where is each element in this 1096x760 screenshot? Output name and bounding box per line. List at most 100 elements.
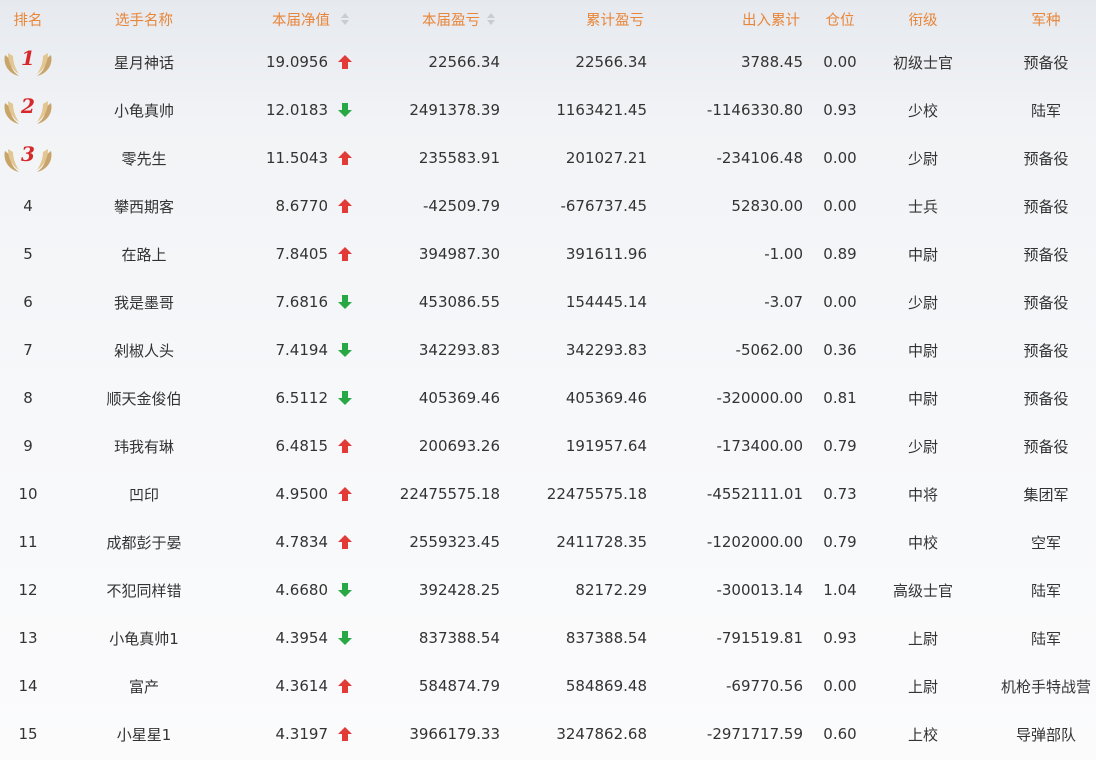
table-row[interactable]: 6 我是墨哥 7.6816 453086.55 154445.14 -3.07 0.00 少尉…: [0, 278, 1096, 326]
player-name[interactable]: 小龟真帅: [70, 86, 218, 134]
table-row[interactable]: 8 顺天金俊伯 6.5112 405369.46 405369.46 -320000.00…: [0, 374, 1096, 422]
net-value: 4.3197: [275, 725, 329, 743]
current-pnl: 584874.79: [418, 677, 500, 695]
rank-cell: 6: [23, 293, 33, 311]
rank-cell: 14: [18, 677, 38, 695]
trend-cell: [334, 614, 356, 662]
table-row[interactable]: 9 玮我有琳 6.4815 200693.26 191957.64 -173400.00 0…: [0, 422, 1096, 470]
position: 1.04: [823, 581, 857, 599]
table-row[interactable]: 10 凹印 4.9500 22475575.18 22475575.18 -4552111…: [0, 470, 1096, 518]
position: 0.00: [823, 293, 857, 311]
player-name[interactable]: 攀西期客: [70, 182, 218, 230]
cash-flow: -5062.00: [735, 341, 803, 359]
current-pnl: 2491378.39: [409, 101, 500, 119]
position: 0.79: [823, 437, 857, 455]
player-name[interactable]: 顺天金俊伯: [70, 374, 218, 422]
cash-flow: 3788.45: [740, 53, 803, 71]
table-row[interactable]: 1 星月神话 19.0956 22566.34 22566.34 3788.45 0.00 初…: [0, 38, 1096, 86]
header-army[interactable]: 军种: [1000, 0, 1092, 38]
position: 0.00: [823, 197, 857, 215]
header-cumulative-pnl[interactable]: 累计盈亏: [560, 0, 644, 38]
player-name[interactable]: 小星星1: [70, 710, 218, 758]
trend-cell: [334, 134, 356, 182]
cumulative-pnl: 3247862.68: [556, 725, 647, 743]
rank-cell: 5: [23, 245, 33, 263]
header-level[interactable]: 衔级: [870, 0, 976, 38]
level: 高级士官: [892, 581, 953, 600]
position: 0.79: [823, 533, 857, 551]
table-row[interactable]: 7 剁椒人头 7.4194 342293.83 342293.83 -5062.00 0.3…: [0, 326, 1096, 374]
trend-cell: [334, 230, 356, 278]
rank-cell: 8: [23, 389, 33, 407]
sort-arrows-icon[interactable]: [340, 11, 350, 27]
rank-cell: 11: [18, 533, 38, 551]
rank-cell: 3: [0, 134, 56, 182]
army: 预备役: [1023, 245, 1069, 264]
net-value: 4.3614: [275, 677, 329, 695]
army: 导弹部队: [1015, 725, 1076, 744]
table-row[interactable]: 2 小龟真帅 12.0183 2491378.39 1163421.45 -1146330…: [0, 86, 1096, 134]
green-down-arrow-icon: [338, 391, 352, 405]
red-up-arrow-icon: [338, 55, 352, 69]
table-row[interactable]: 15 小星星1 4.3197 3966179.33 3247862.68 -2971717…: [0, 710, 1096, 758]
trend-cell: [334, 326, 356, 374]
level: 初级士官: [892, 53, 953, 72]
table-row[interactable]: 3 零先生 11.5043 235583.91 201027.21 -234106.48 0…: [0, 134, 1096, 182]
rank-cell: 10: [18, 485, 38, 503]
table-row[interactable]: 14 富产 4.3614 584874.79 584869.48 -69770.56 0.0…: [0, 662, 1096, 710]
cumulative-pnl: 2411728.35: [556, 533, 647, 551]
table-row[interactable]: 4 攀西期客 8.6770 -42509.79 -676737.45 52830.00 0.…: [0, 182, 1096, 230]
table-row[interactable]: 12 不犯同样错 4.6680 392428.25 82172.29 -300013.14…: [0, 566, 1096, 614]
current-pnl: 837388.54: [418, 629, 500, 647]
table-row[interactable]: 11 成都彭于晏 4.7834 2559323.45 2411728.35 -120200…: [0, 518, 1096, 566]
rank-cell: 13: [18, 629, 38, 647]
trend-cell: [334, 518, 356, 566]
header-name[interactable]: 选手名称: [70, 0, 218, 38]
level: 士兵: [907, 197, 938, 216]
rank-cell: 15: [18, 725, 38, 743]
trend-cell: [334, 710, 356, 758]
player-name[interactable]: 不犯同样错: [70, 566, 218, 614]
army: 预备役: [1023, 389, 1069, 408]
rank-cell: 7: [23, 341, 33, 359]
cash-flow: -1.00: [764, 245, 803, 263]
player-name[interactable]: 富产: [70, 662, 218, 710]
net-value: 19.0956: [265, 53, 328, 71]
position: 0.73: [823, 485, 857, 503]
red-up-arrow-icon: [338, 535, 352, 549]
player-name[interactable]: 在路上: [70, 230, 218, 278]
green-down-arrow-icon: [338, 343, 352, 357]
current-pnl: 22475575.18: [399, 485, 500, 503]
medal-rank-number: 2: [21, 94, 35, 118]
green-down-arrow-icon: [338, 103, 352, 117]
net-value: 4.6680: [275, 581, 329, 599]
player-name[interactable]: 玮我有琳: [70, 422, 218, 470]
table-body: 1 星月神话 19.0956 22566.34 22566.34 3788.45 0.00 初…: [0, 38, 1096, 758]
player-name[interactable]: 我是墨哥: [70, 278, 218, 326]
header-cash-flow[interactable]: 出入累计: [700, 0, 800, 38]
position: 0.00: [823, 53, 857, 71]
net-value: 6.4815: [275, 437, 329, 455]
level: 中校: [907, 533, 938, 552]
current-pnl: -42509.79: [423, 197, 500, 215]
table-row[interactable]: 13 小龟真帅1 4.3954 837388.54 837388.54 -791519.8…: [0, 614, 1096, 662]
player-name[interactable]: 星月神话: [70, 38, 218, 86]
player-name[interactable]: 凹印: [70, 470, 218, 518]
header-current-pnl[interactable]: 本届盈亏: [380, 0, 480, 38]
sort-arrows-icon[interactable]: [486, 11, 496, 27]
cash-flow: -300013.14: [716, 581, 803, 599]
header-rank[interactable]: 排名: [0, 0, 56, 38]
player-name[interactable]: 零先生: [70, 134, 218, 182]
player-name[interactable]: 成都彭于晏: [70, 518, 218, 566]
cumulative-pnl: 191957.64: [565, 437, 647, 455]
net-value: 8.6770: [275, 197, 329, 215]
cash-flow: -1146330.80: [706, 101, 803, 119]
header-position[interactable]: 仓位: [812, 0, 868, 38]
cumulative-pnl: 837388.54: [565, 629, 647, 647]
header-net-value[interactable]: 本届净值: [230, 0, 330, 38]
table-row[interactable]: 5 在路上 7.8405 394987.30 391611.96 -1.00 0.89 中尉 预…: [0, 230, 1096, 278]
cash-flow: -234106.48: [716, 149, 803, 167]
player-name[interactable]: 小龟真帅1: [70, 614, 218, 662]
player-name[interactable]: 剁椒人头: [70, 326, 218, 374]
red-up-arrow-icon: [338, 151, 352, 165]
